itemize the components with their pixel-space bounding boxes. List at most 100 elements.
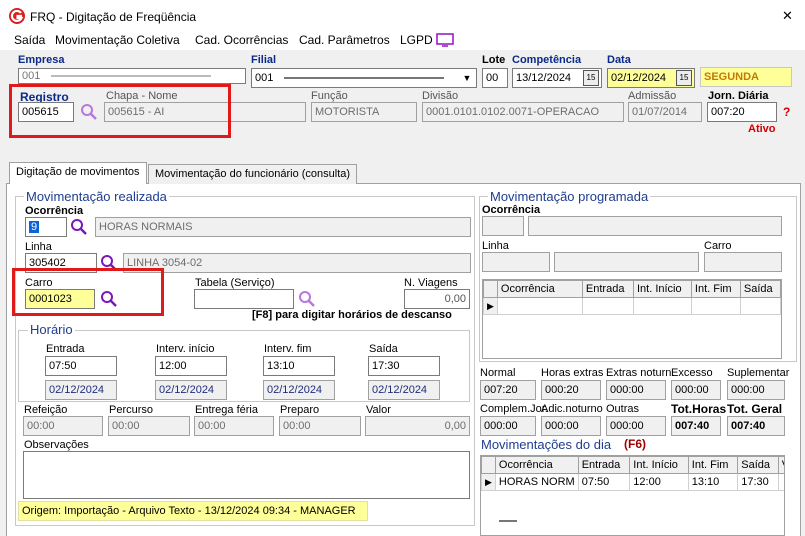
prog-ocorrencia-label: Ocorrência	[482, 204, 541, 216]
weekday-field: SEGUNDA	[700, 67, 792, 87]
cell-entrada: 07:50	[577, 473, 631, 491]
grid-col-header[interactable]: Entrada	[581, 280, 634, 298]
total-label: Tot. Geral	[727, 402, 783, 416]
jornada-label: Jorn. Diária	[708, 90, 769, 102]
window-title: FRQ - Digitação de Freqüência	[30, 10, 197, 24]
interv-fim-time-field[interactable]: 13:10	[263, 356, 335, 376]
total-label: Outras	[606, 403, 640, 415]
percurso-field[interactable]: 00:00	[108, 416, 190, 436]
entrada-time-field[interactable]: 07:50	[45, 356, 117, 376]
table-row[interactable]: ▶	[483, 297, 782, 315]
viagens-field[interactable]: 0,00	[404, 289, 470, 309]
prog-linha-desc-field	[554, 252, 699, 272]
calendar-icon[interactable]: 15	[676, 70, 692, 86]
prog-ocorrencia-desc-field	[528, 216, 782, 236]
ocorrencia-desc-field: HORAS NORMAIS	[95, 217, 471, 237]
help-icon[interactable]: ?	[783, 105, 790, 119]
preparo-field[interactable]: 00:00	[279, 416, 361, 436]
monitor-icon[interactable]	[436, 32, 454, 48]
prog-grid-table: Ocorrência Entrada Int. Início Int. Fim …	[483, 280, 782, 315]
menu-item-cad-ocorrencias[interactable]: Cad. Ocorrências	[195, 33, 288, 47]
grid-col-header[interactable]: Ocorrência	[494, 456, 579, 474]
interv-inicio-time-field[interactable]: 12:00	[155, 356, 227, 376]
saida-time-field[interactable]: 17:30	[368, 356, 440, 376]
dia-grid[interactable]: Ocorrência Entrada Int. Início Int. Fim …	[480, 455, 785, 536]
valor-field[interactable]: 0,00	[365, 416, 470, 436]
entrega-field[interactable]: 00:00	[194, 416, 274, 436]
total-label: Suplementar	[727, 367, 790, 379]
menu-bar: Saída Movimentação Coletiva Cad. Ocorrên…	[0, 30, 805, 50]
total-horas-extras-field: 000:20	[541, 380, 601, 400]
horizontal-scrollbar-thumb[interactable]	[499, 520, 517, 522]
cell-valor	[777, 473, 784, 491]
empresa-field[interactable]: 001	[18, 68, 246, 84]
f8-hint: [F8] para digitar horários de descanso	[252, 309, 452, 321]
empresa-label: Empresa	[18, 54, 65, 66]
menu-item-cad-parametros[interactable]: Cad. Parâmetros	[299, 33, 390, 47]
filial-select[interactable]: 001	[251, 68, 477, 88]
funcao-field: MOTORISTA	[311, 102, 417, 122]
dia-title: Movimentações do dia	[481, 437, 612, 452]
entrada-label: Entrada	[46, 343, 85, 355]
tab-digitacao[interactable]: Digitação de movimentos	[9, 162, 147, 184]
chevron-down-icon[interactable]: ▼	[459, 69, 475, 87]
entrega-label: Entrega féria	[195, 404, 258, 416]
grid-col-header[interactable]: Va	[777, 456, 784, 474]
calendar-icon[interactable]: 15	[583, 70, 599, 86]
row-marker-icon: ▶	[483, 297, 498, 315]
prog-linha-code-field	[482, 252, 550, 272]
total-suplementar-field: 000:00	[727, 380, 785, 400]
programada-title: Movimentação programada	[488, 189, 651, 204]
saida-label: Saída	[369, 343, 398, 355]
tab-consulta[interactable]: Movimentação do funcionário (consulta)	[148, 164, 358, 184]
tabela-field[interactable]	[194, 289, 294, 309]
menu-item-movimentacao-coletiva[interactable]: Movimentação Coletiva	[55, 33, 180, 47]
grid-col-header[interactable]: Entrada	[577, 456, 631, 474]
grid-col-header[interactable]: Int. Fim	[687, 456, 739, 474]
grid-col-header[interactable]: Int. Início	[632, 280, 692, 298]
competencia-label: Competência	[512, 54, 582, 66]
prog-ocorrencia-code-field	[482, 216, 524, 236]
grid-col-header[interactable]: Saída	[739, 280, 782, 298]
grid-marker-header	[483, 280, 498, 298]
close-icon[interactable]: ✕	[782, 8, 793, 24]
realizada-title: Movimentação realizada	[24, 189, 169, 204]
grid-col-header[interactable]: Int. Início	[629, 456, 689, 474]
total-label: Excesso	[671, 367, 713, 379]
menu-item-lgpd[interactable]: LGPD	[400, 33, 433, 47]
menu-item-saida[interactable]: Saída	[14, 33, 45, 47]
lote-label: Lote	[482, 54, 506, 66]
lote-field[interactable]: 00	[482, 68, 508, 88]
percurso-label: Percurso	[109, 404, 154, 416]
total-normal-field: 007:20	[480, 380, 536, 400]
grid-col-header[interactable]: Int. Fim	[690, 280, 741, 298]
total-label: Complem.Jor.	[480, 403, 548, 415]
total-label: Tot.Horas	[671, 402, 727, 416]
table-row[interactable]: ▶ HORAS NORM 07:50 12:00 13:10 17:30	[481, 473, 784, 491]
search-icon[interactable]	[70, 218, 88, 236]
search-icon[interactable]	[298, 290, 316, 308]
prog-carro-field	[704, 252, 782, 272]
admissao-label: Admissão	[628, 90, 677, 102]
jornada-field[interactable]: 007:20	[707, 102, 777, 122]
saida-date-field: 02/12/2024	[368, 380, 440, 400]
total-label: Adic.noturno	[541, 403, 603, 415]
valor-label: Valor	[366, 404, 391, 416]
total-extras-noturn-field: 000:00	[606, 380, 666, 400]
grid-col-header[interactable]: Saída	[737, 456, 779, 474]
linha-label: Linha	[25, 241, 52, 253]
preparo-label: Preparo	[280, 404, 320, 416]
total-adic-noturno-field: 000:00	[541, 416, 601, 436]
viagens-label: N. Viagens	[404, 277, 458, 289]
divisao-label: Divisão	[422, 90, 459, 102]
admissao-field: 01/07/2014	[628, 102, 702, 122]
divisao-field: 0001.0101.0102.0071-OPERACAO	[422, 102, 624, 122]
funcao-label: Função	[311, 90, 348, 102]
cell-saida: 17:30	[737, 473, 779, 491]
refeicao-field[interactable]: 00:00	[23, 416, 103, 436]
grid-col-header[interactable]: Ocorrência	[496, 280, 583, 298]
highlight-carro	[12, 268, 164, 316]
ocorrencia-code-field[interactable]: 9	[25, 217, 67, 237]
observacoes-field[interactable]	[23, 451, 470, 499]
prog-grid[interactable]: Ocorrência Entrada Int. Início Int. Fim …	[482, 279, 782, 359]
